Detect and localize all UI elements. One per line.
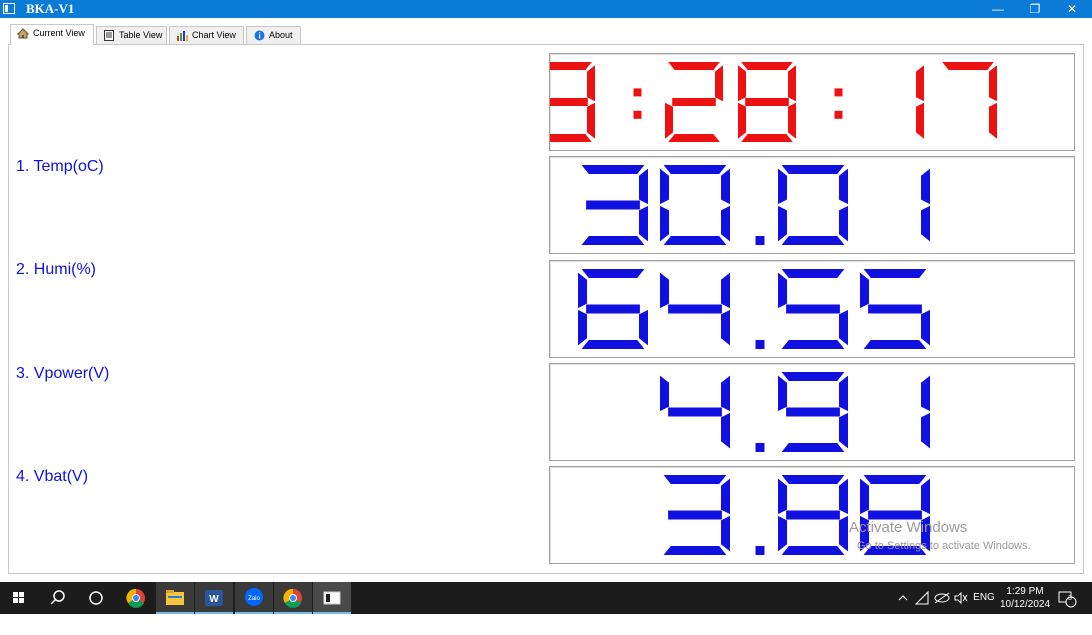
tab-table-view[interactable]: Table View xyxy=(96,26,167,45)
seven-segment-digit xyxy=(778,165,848,245)
bka-app-icon[interactable] xyxy=(313,582,351,614)
seven-segment-digit xyxy=(778,372,848,452)
decimal-point xyxy=(755,236,765,245)
search-icon[interactable] xyxy=(38,582,76,614)
zalo-icon[interactable]: Zalo xyxy=(235,582,273,614)
clock-segments xyxy=(550,62,997,142)
maximize-button[interactable]: ❐ xyxy=(1017,0,1053,18)
tab-label: Current View xyxy=(33,28,85,38)
seven-segment-digit xyxy=(550,62,595,142)
chrome-icon[interactable] xyxy=(117,582,155,614)
seven-segment-digit xyxy=(660,272,730,346)
decimal-point xyxy=(755,443,765,452)
humi-display xyxy=(549,260,1075,358)
chrome-alt-icon[interactable] xyxy=(274,582,312,614)
colon-dot xyxy=(633,88,642,97)
current-view-panel: 1. Temp(oC) 2. Humi(%) 3. Vpower(V) 4. V… xyxy=(8,44,1084,574)
file-explorer-icon[interactable] xyxy=(156,582,194,614)
tab-chart-view[interactable]: Chart View xyxy=(169,26,244,45)
tab-label: Table View xyxy=(119,30,163,40)
seven-segment-digit xyxy=(778,475,848,555)
below-taskbar xyxy=(0,614,1092,635)
tab-strip: Current View Table View Chart View About xyxy=(0,18,1092,45)
tray-date: 10/12/2024 xyxy=(999,599,1051,610)
notification-icon[interactable]: 3 xyxy=(1056,582,1078,614)
seven-segment-digit xyxy=(665,62,723,142)
seven-segment-digit xyxy=(921,375,930,449)
volume-muted-icon[interactable] xyxy=(953,582,969,614)
vpower-display xyxy=(549,363,1075,461)
temp-label: 1. Temp(oC) xyxy=(16,158,104,175)
decimal-point xyxy=(755,340,765,349)
vbat-label: 4. Vbat(V) xyxy=(16,468,89,485)
table-icon xyxy=(103,30,115,41)
minimize-button[interactable]: — xyxy=(980,0,1016,18)
tray-time: 1:29 PM xyxy=(1006,586,1044,597)
app-icon xyxy=(3,3,15,14)
chevron-up-icon[interactable] xyxy=(896,582,910,614)
seven-segment-digit xyxy=(660,165,730,245)
seven-segment-digit xyxy=(578,269,648,349)
network-icon[interactable] xyxy=(914,582,930,614)
cloud-sync-icon[interactable] xyxy=(933,582,951,614)
window-title: BKA-V1 xyxy=(26,1,75,16)
vpower-label: 3. Vpower(V) xyxy=(16,365,110,382)
humi-label: 2. Humi(%) xyxy=(16,261,97,278)
humi-segments xyxy=(578,269,930,349)
seven-segment-digit xyxy=(778,269,848,349)
home-icon xyxy=(16,28,30,39)
activate-windows-hint: Go to Settings to activate Windows. xyxy=(857,540,1031,552)
seven-segment-digit xyxy=(916,65,924,139)
seven-segment-digit xyxy=(860,269,930,349)
seven-segment-digit xyxy=(942,62,997,139)
title-bar: BKA-V1 — ❐ ✕ xyxy=(0,0,1092,18)
notification-count: 3 xyxy=(1068,595,1072,602)
info-icon xyxy=(253,30,265,41)
colon-dot xyxy=(834,110,843,119)
colon-dot xyxy=(834,88,843,97)
tab-label: Chart View xyxy=(192,30,236,40)
tab-current-view[interactable]: Current View xyxy=(10,24,94,45)
clock-tray[interactable]: 1:29 PM 10/12/2024 xyxy=(999,582,1051,614)
svg-text:Zalo: Zalo xyxy=(248,596,260,602)
activate-windows-title: Activate Windows xyxy=(849,519,968,536)
seven-segment-digit xyxy=(581,165,648,245)
windows-start-icon[interactable] xyxy=(0,582,38,614)
decimal-point xyxy=(755,546,765,555)
taskbar: W Zalo ENG 1:29 PM 10/12/2024 3 xyxy=(0,582,1092,614)
temp-display xyxy=(549,156,1075,254)
seven-segment-digit xyxy=(663,475,730,555)
task-view-icon[interactable] xyxy=(76,582,114,614)
chart-icon xyxy=(176,30,188,41)
seven-segment-digit xyxy=(660,375,730,449)
svg-text:W: W xyxy=(209,594,219,605)
vpower-segments xyxy=(660,372,930,452)
colon-dot xyxy=(633,110,642,119)
clock-display xyxy=(549,53,1075,151)
seven-segment-digit xyxy=(921,168,930,242)
seven-segment-digit xyxy=(738,62,796,142)
close-button[interactable]: ✕ xyxy=(1054,0,1090,18)
tab-about[interactable]: About xyxy=(246,26,301,45)
temp-segments xyxy=(581,165,930,245)
word-icon[interactable]: W xyxy=(195,582,233,614)
tab-label: About xyxy=(269,30,293,40)
input-language[interactable]: ENG xyxy=(972,582,996,614)
